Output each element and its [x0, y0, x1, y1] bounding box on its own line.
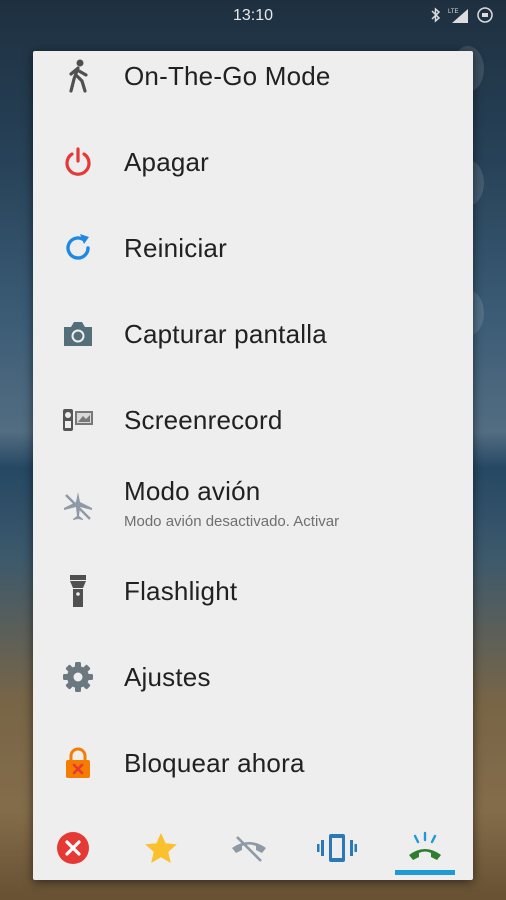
menu-item-sublabel: Modo avión desactivado. Activar: [124, 513, 340, 530]
flashlight-icon: [58, 571, 98, 611]
menu-item-apagar[interactable]: Apagar: [33, 119, 473, 205]
star-icon: [143, 831, 179, 870]
menu-item-label: Reiniciar: [124, 232, 227, 263]
lock-icon: [58, 743, 98, 783]
menu-item-flashlight[interactable]: Flashlight: [33, 548, 473, 634]
ringing-phone-icon: [405, 831, 445, 870]
priority-mode-button[interactable]: [131, 824, 191, 876]
sound-mode-button[interactable]: [395, 824, 455, 876]
walking-person-icon: [58, 56, 98, 96]
sound-mode-bar: [33, 816, 473, 880]
menu-item-label: Apagar: [124, 146, 210, 177]
menu-item-on-the-go[interactable]: On-The-Go Mode: [33, 51, 473, 119]
menu-item-label: Bloquear ahora: [124, 747, 305, 778]
camera-icon: [58, 314, 98, 354]
power-icon: [58, 142, 98, 182]
menu-item-label: Screenrecord: [124, 404, 283, 435]
airplane-icon: [58, 486, 98, 526]
signal-icon: LTE: [448, 7, 470, 26]
menu-item-label: On-The-Go Mode: [124, 60, 331, 91]
menu-item-modo-avion[interactable]: Modo avión Modo avión desactivado. Activ…: [33, 463, 473, 549]
bluetooth-icon: [430, 7, 442, 26]
menu-item-ajustes[interactable]: Ajustes: [33, 634, 473, 720]
mute-ringer-button[interactable]: [219, 824, 279, 876]
menu-item-reiniciar[interactable]: Reiniciar: [33, 205, 473, 291]
muted-phone-icon: [229, 833, 269, 868]
silent-mode-button[interactable]: [43, 824, 103, 876]
power-menu-dialog: On-The-Go Mode Apagar Reiniciar Capturar…: [33, 51, 473, 880]
menu-item-screenrecord[interactable]: Screenrecord: [33, 377, 473, 463]
menu-item-bloquear-ahora[interactable]: Bloquear ahora: [33, 720, 473, 806]
restart-icon: [58, 228, 98, 268]
menu-item-label: Capturar pantalla: [124, 318, 327, 349]
menu-item-label: Modo avión: [124, 476, 261, 506]
vibrate-icon: [317, 832, 357, 869]
status-bar: 13:10 LTE: [0, 0, 506, 32]
menu-item-label: Flashlight: [124, 575, 238, 606]
close-circle-icon: [56, 831, 90, 870]
vibrate-mode-button[interactable]: [307, 824, 367, 876]
menu-item-capturar-pantalla[interactable]: Capturar pantalla: [33, 291, 473, 377]
gear-icon: [58, 657, 98, 697]
status-icons: LTE: [430, 6, 494, 27]
network-type-label: LTE: [448, 9, 459, 15]
active-mode-indicator: [395, 870, 455, 875]
battery-icon: [476, 6, 494, 27]
screenrecord-icon: [58, 400, 98, 440]
menu-item-label: Ajustes: [124, 661, 211, 692]
